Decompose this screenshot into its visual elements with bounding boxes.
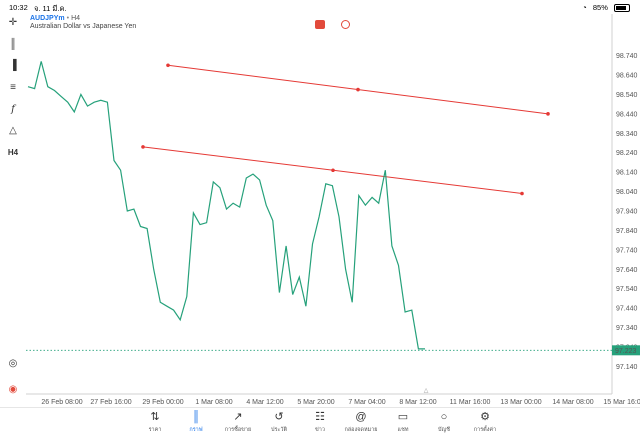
price-tick: 97.140 [616,364,638,371]
indicators-icon[interactable]: ≡ [6,81,20,95]
price-tick: 98.640 [616,73,638,80]
tab-account[interactable]: ○ บัญชี [424,410,464,434]
trendline-handle [546,112,550,116]
price-tick: 98.440 [616,111,638,118]
price-tick: 97.340 [616,325,638,332]
price-tick: 97.440 [616,306,638,313]
trendline-handle [520,191,524,196]
time-tick: 8 Mar 12:00 [399,399,436,406]
time-tick: 29 Feb 00:00 [142,399,183,406]
time-tick: 15 Mar 16:00 [603,399,640,406]
price-tick: 97.940 [616,209,638,216]
price-tick: 97.540 [616,286,638,293]
symbol-description: Australian Dollar vs Japanese Yen [30,23,137,30]
time-tick: 4 Mar 12:00 [246,399,283,406]
symbol-code: AUDJPYm [30,15,65,22]
time-tick: 27 Feb 16:00 [90,399,131,406]
time-tick: 7 Mar 04:00 [348,399,385,406]
candles-icon[interactable]: ║ [6,38,20,52]
trendline-handle [141,145,145,149]
tab-news[interactable]: ☷ ข่าว [300,410,340,434]
color-icon[interactable]: ◉ [6,383,20,397]
trendline-handle [331,168,335,173]
price-tick: 97.740 [616,247,638,254]
symbol-timeframe: H4 [71,15,81,22]
price-tick: 98.540 [616,92,638,99]
bottom-tab-bar: ⇅ ราคา ║ กราฟ ↗ การซื้อขาย ↺ ประวัติ ☷ ข่าว @… [0,407,640,448]
chat-icon: ▭ [397,411,409,423]
time-tick: 1 Mar 08:00 [195,399,232,406]
price-tick: 98.740 [616,53,638,60]
at-icon: @ [355,411,367,423]
tab-trade[interactable]: ↗ การซื้อขาย [218,410,258,434]
time-tick: 5 Mar 20:00 [297,399,334,406]
objects-icon[interactable]: △ [6,124,20,138]
arrows-updown-icon: ⇅ [150,411,160,423]
price-chart[interactable]: 98.740 98.640 98.540 98.440 98.340 98.240 98.1… [0,0,640,407]
function-icon[interactable]: f [6,103,20,117]
tab-history[interactable]: ↺ ประวัติ [259,410,299,434]
left-toolbar: ✛ ║ ▐ ≡ f △ H4 ◎ ◉ [0,14,26,409]
tab-settings[interactable]: ⚙ การตั้งค่า [465,410,505,434]
tab-chart[interactable]: ║ กราฟ [176,410,216,434]
time-tick: 14 Mar 08:00 [552,399,593,406]
symbol-separator: • [66,15,70,22]
symbol-header: AUDJPYm • H4 [30,15,80,22]
tab-chat[interactable]: ▭ แชท [383,410,423,434]
chart-trend-icon: ↗ [233,411,243,423]
search-icon[interactable]: ◎ [6,357,20,371]
history-icon: ↺ [274,411,284,423]
price-tick: 98.140 [616,170,638,177]
price-tick: 97.840 [616,228,638,235]
candles-icon: ║ [192,411,200,423]
price-tick: 97.640 [616,267,638,274]
tab-mailbox[interactable]: @ กล่องจดหมาย [341,410,381,434]
gear-icon: ⚙ [480,411,490,423]
time-tick: 11 Mar 16:00 [450,399,491,406]
trendline-handle [356,87,360,92]
price-tick: 98.340 [616,131,638,138]
tab-quotes[interactable]: ⇅ ราคา [135,410,175,434]
signal-icon[interactable] [341,20,350,29]
price-line [27,61,425,350]
time-tick: 26 Feb 08:00 [41,399,82,406]
current-price-label: 97.223 [615,348,637,355]
price-tick: 98.240 [616,150,638,157]
time-tick: 13 Mar 00:00 [500,399,541,406]
account-icon: ○ [440,411,448,423]
timeframe-button[interactable]: H4 [6,146,20,160]
bars-icon[interactable]: ▐ [6,59,20,73]
one-click-trading-icon[interactable] [315,20,325,29]
trendline-handle [166,63,170,68]
scroll-marker: △ [424,388,429,394]
news-icon: ☷ [315,411,325,423]
crosshair-icon[interactable]: ✛ [6,16,20,30]
price-tick: 98.040 [616,189,638,196]
